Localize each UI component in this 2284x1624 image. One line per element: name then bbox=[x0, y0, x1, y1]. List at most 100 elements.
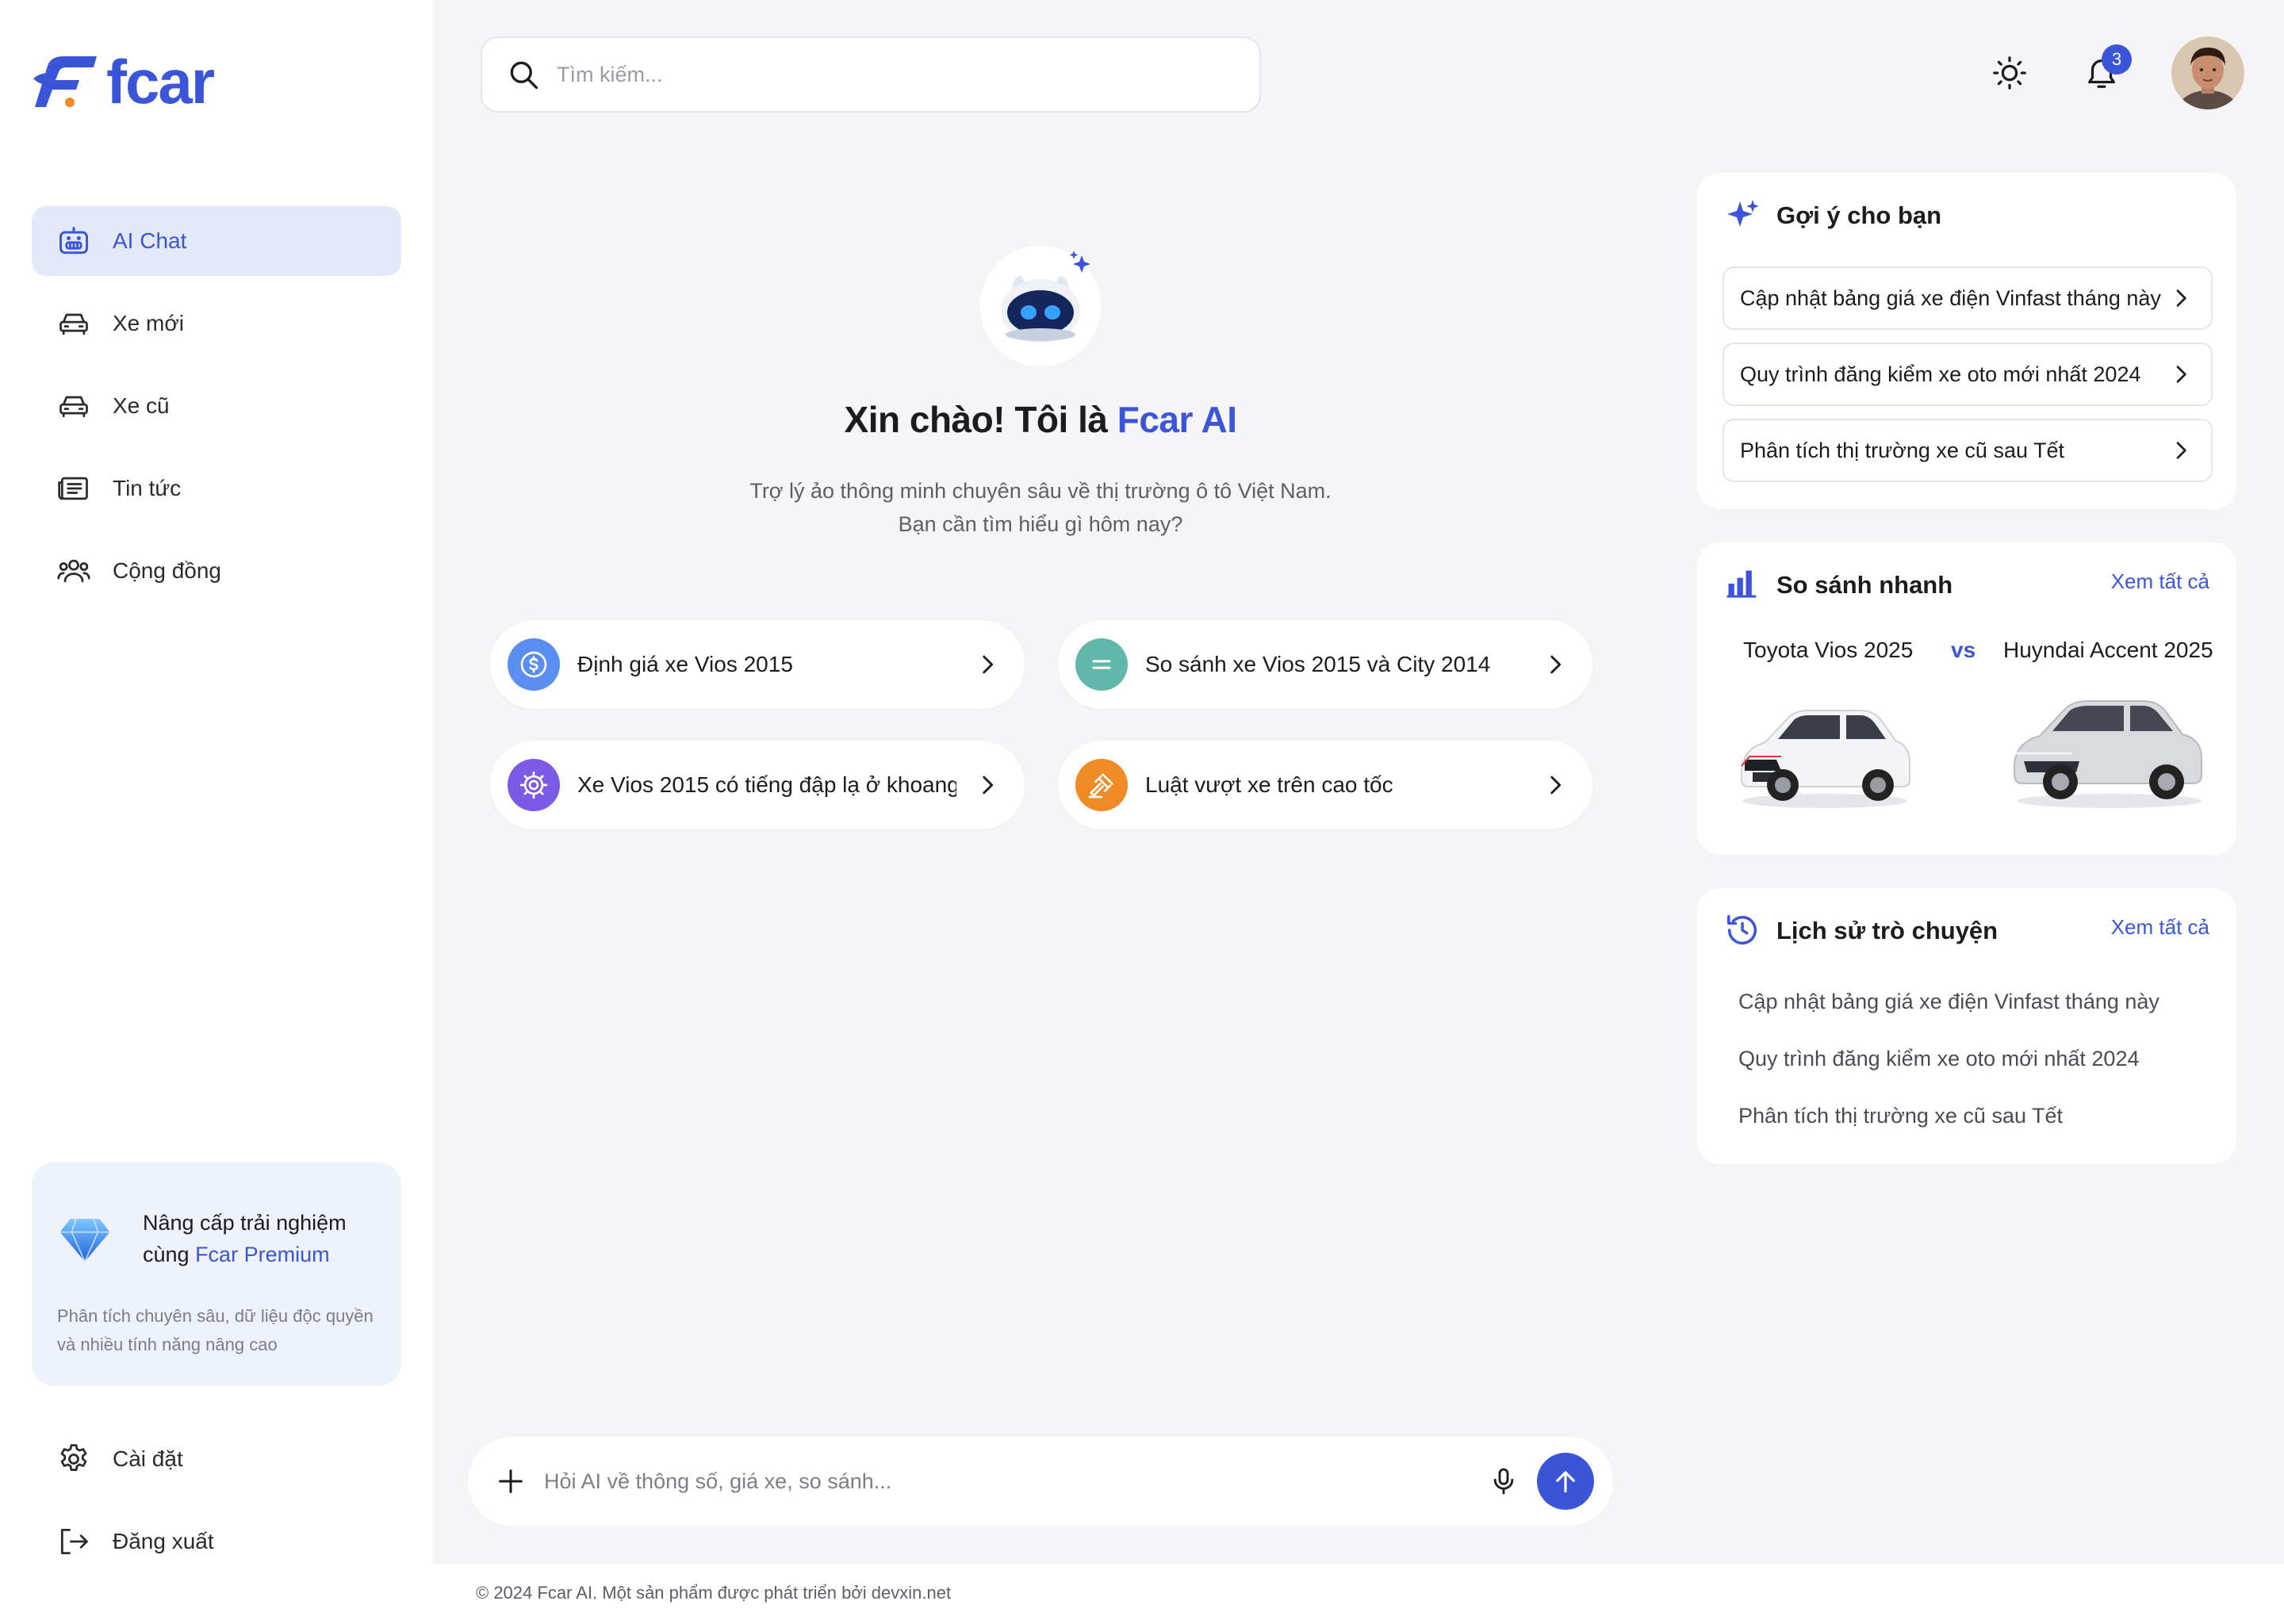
gear-icon bbox=[56, 1441, 92, 1477]
greeting-prefix: Xin chào! Tôi là bbox=[844, 399, 1117, 440]
gavel-icon bbox=[1075, 759, 1128, 811]
suggestions-panel: Gợi ý cho bạn Cập nhật bảng giá xe điện … bbox=[1697, 173, 2236, 509]
compare-panel: So sánh nhanh Xem tất cả Toyota Vios 202… bbox=[1697, 542, 2236, 855]
notifications-button[interactable]: 3 bbox=[2079, 44, 2132, 95]
robot-icon bbox=[56, 223, 92, 259]
suggestion-item[interactable]: Quy trình đăng kiểm xe oto mới nhất 2024 bbox=[1723, 343, 2213, 406]
search-bar[interactable] bbox=[481, 36, 1261, 113]
chat-input-bar bbox=[468, 1437, 1613, 1526]
diamond-icon bbox=[59, 1218, 110, 1264]
suggestion-label: Cập nhật bảng giá xe điện Vinfast tháng … bbox=[1740, 285, 2161, 310]
history-item[interactable]: Quy trình đăng kiểm xe oto mới nhất 2024 bbox=[1738, 1047, 2140, 1071]
suggestion-item[interactable]: Phân tích thị trường xe cũ sau Tết bbox=[1723, 419, 2213, 482]
greeting-subtitle: Trợ lý ảo thông minh chuyên sâu về thị t… bbox=[481, 474, 1600, 541]
premium-card[interactable]: Nâng cấp trải nghiệm cùng Fcar Premium P… bbox=[32, 1162, 401, 1386]
quick-prompt-compare[interactable]: So sánh xe Vios 2015 và City 2014 bbox=[1058, 620, 1592, 709]
plus-icon[interactable] bbox=[495, 1465, 527, 1497]
history-panel: Lịch sử trò chuyện Xem tất cả Cập nhật b… bbox=[1697, 888, 2236, 1164]
dollar-icon bbox=[508, 638, 560, 691]
sidebar-bottom-nav: Cài đặt Đăng xuất bbox=[32, 1424, 401, 1589]
theme-toggle-button[interactable] bbox=[1987, 51, 2032, 95]
sidebar-item-label: Tin tức bbox=[113, 476, 182, 500]
history-item[interactable]: Phân tích thị trường xe cũ sau Tết bbox=[1738, 1104, 2063, 1128]
sidebar-item-ai-chat[interactable]: AI Chat bbox=[32, 206, 401, 276]
user-avatar-icon bbox=[2171, 36, 2244, 109]
premium-line1: Nâng cấp trải nghiệm bbox=[143, 1211, 347, 1235]
community-icon bbox=[56, 553, 92, 589]
premium-line2-prefix: cùng bbox=[143, 1243, 196, 1266]
sidebar-item-new-cars[interactable]: Xe mới bbox=[32, 289, 401, 358]
sidebar-item-label: AI Chat bbox=[113, 228, 187, 253]
sidebar: fcar AI Chat Xe mới Xe cũ Tin tức Cộng đ… bbox=[0, 0, 432, 1624]
arrow-up-icon bbox=[1556, 1471, 1575, 1493]
compare-vs: vs bbox=[1951, 638, 1976, 662]
compare-left-model: Toyota Vios 2025 bbox=[1743, 638, 1914, 662]
premium-title: Nâng cấp trải nghiệm cùng Fcar Premium bbox=[143, 1207, 381, 1270]
quick-prompt-law[interactable]: Luật vượt xe trên cao tốc bbox=[1058, 741, 1592, 829]
sidebar-item-settings[interactable]: Cài đặt bbox=[32, 1424, 401, 1494]
history-item[interactable]: Cập nhật bảng giá xe điện Vinfast tháng … bbox=[1738, 990, 2159, 1014]
history-title: Lịch sử trò chuyện bbox=[1776, 917, 1998, 944]
sidebar-nav: AI Chat Xe mới Xe cũ Tin tức Cộng đồng bbox=[32, 206, 401, 619]
suggestions-title: Gợi ý cho bạn bbox=[1776, 201, 1942, 229]
sidebar-item-label: Xe mới bbox=[113, 311, 184, 335]
sidebar-item-label: Xe cũ bbox=[113, 393, 170, 418]
compare-see-all-link[interactable]: Xem tất cả bbox=[2111, 569, 2209, 594]
microphone-icon[interactable] bbox=[1488, 1465, 1519, 1497]
suggestions-list: Cập nhật bảng giá xe điện Vinfast tháng … bbox=[1723, 266, 2213, 495]
send-button[interactable] bbox=[1537, 1453, 1594, 1510]
sparkle-icon bbox=[1727, 200, 1759, 227]
quick-prompt-valuation[interactable]: Định giá xe Vios 2015 bbox=[490, 620, 1025, 709]
sidebar-item-label: Cài đặt bbox=[113, 1446, 183, 1471]
car-image-left bbox=[1741, 710, 1910, 808]
news-icon bbox=[56, 470, 92, 507]
notification-badge: 3 bbox=[2102, 44, 2132, 75]
equals-icon bbox=[1075, 638, 1128, 691]
premium-description: Phân tích chuyên sâu, dữ liệu độc quyền … bbox=[57, 1306, 374, 1354]
compare-right-model: Huyndai Accent 2025 bbox=[2003, 638, 2213, 662]
quick-prompt-noise[interactable]: Xe Vios 2015 có tiếng đập lạ ở khoang bbox=[490, 741, 1025, 829]
car-image-right bbox=[2014, 700, 2202, 808]
suggestion-item[interactable]: Cập nhật bảng giá xe điện Vinfast tháng … bbox=[1723, 266, 2213, 330]
history-icon bbox=[1727, 915, 1757, 945]
greeting-title: Xin chào! Tôi là Fcar AI bbox=[481, 398, 1600, 441]
sidebar-item-news[interactable]: Tin tức bbox=[32, 454, 401, 523]
chevron-right-icon bbox=[2176, 366, 2186, 383]
chat-input[interactable] bbox=[544, 1469, 1470, 1494]
chevron-right-icon bbox=[2176, 442, 2186, 459]
subtitle-line2: Bạn cần tìm hiểu gì hôm nay? bbox=[898, 512, 1183, 536]
compare-title: So sánh nhanh bbox=[1776, 571, 1953, 599]
quick-prompt-label: So sánh xe Vios 2015 và City 2014 bbox=[1145, 652, 1491, 676]
search-input[interactable] bbox=[557, 62, 1191, 87]
quick-prompt-label: Luật vượt xe trên cao tốc bbox=[1145, 772, 1393, 797]
header-actions: 3 bbox=[1987, 36, 2244, 109]
avatar[interactable] bbox=[2171, 36, 2244, 109]
sidebar-item-logout[interactable]: Đăng xuất bbox=[32, 1507, 401, 1576]
bar-chart-icon bbox=[1726, 570, 1757, 598]
quick-prompts: Định giá xe Vios 2015 So sánh xe Vios 20… bbox=[490, 620, 1594, 829]
search-icon bbox=[510, 61, 538, 90]
chevron-right-icon bbox=[1550, 776, 1562, 795]
suggestion-label: Quy trình đăng kiểm xe oto mới nhất 2024 bbox=[1740, 362, 2141, 386]
chevron-right-icon bbox=[2176, 289, 2186, 307]
car-icon bbox=[56, 305, 92, 342]
greeting-brand: Fcar AI bbox=[1117, 399, 1237, 440]
chevron-right-icon bbox=[983, 655, 994, 674]
quick-prompt-label: Xe Vios 2015 có tiếng đập lạ ở khoang bbox=[577, 772, 956, 797]
sidebar-item-community[interactable]: Cộng đồng bbox=[32, 536, 401, 606]
logout-icon bbox=[56, 1523, 92, 1560]
sidebar-item-label: Cộng đồng bbox=[113, 558, 222, 583]
ai-robot-icon bbox=[980, 246, 1101, 366]
chevron-right-icon bbox=[1550, 655, 1562, 674]
sidebar-item-label: Đăng xuất bbox=[113, 1529, 214, 1553]
brand-name: fcar bbox=[106, 47, 215, 117]
car-icon bbox=[56, 388, 92, 424]
premium-brand: Fcar Premium bbox=[195, 1243, 330, 1266]
sun-icon bbox=[1993, 56, 2026, 90]
history-see-all-link[interactable]: Xem tất cả bbox=[2111, 915, 2209, 940]
sidebar-item-used-cars[interactable]: Xe cũ bbox=[32, 371, 401, 441]
suggestion-label: Phân tích thị trường xe cũ sau Tết bbox=[1740, 438, 2064, 462]
chevron-right-icon bbox=[983, 776, 994, 795]
quick-prompt-label: Định giá xe Vios 2015 bbox=[577, 652, 793, 676]
logo[interactable]: fcar bbox=[32, 47, 215, 117]
